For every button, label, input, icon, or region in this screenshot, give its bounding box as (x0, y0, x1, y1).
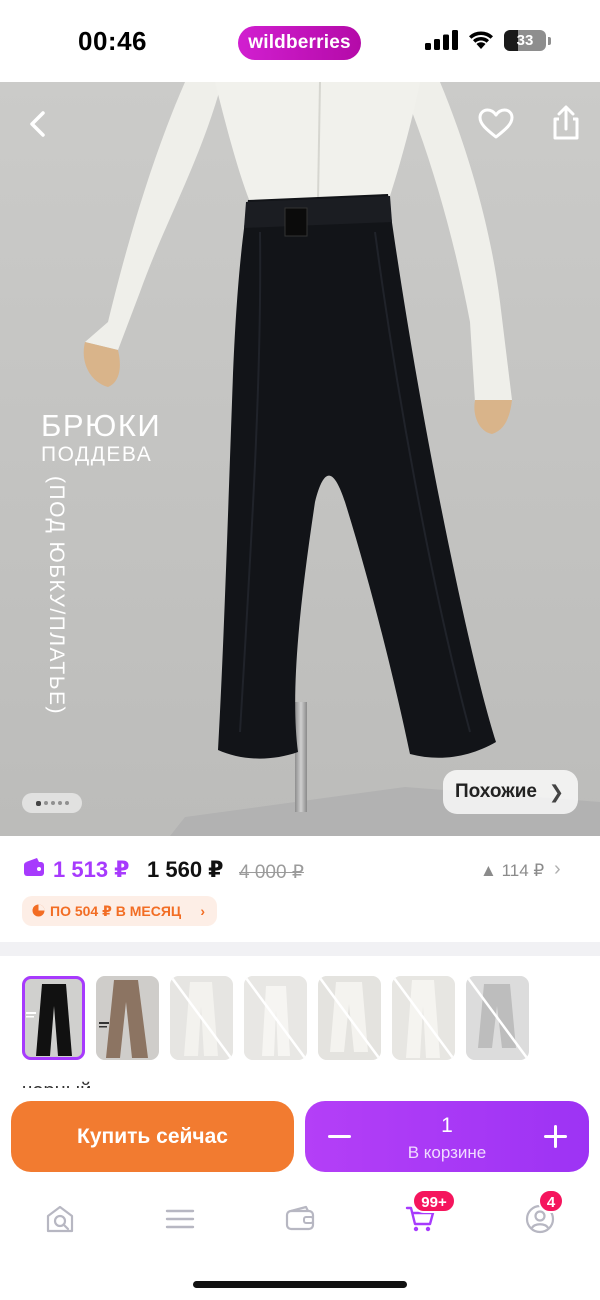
old-price: 4 000 ₽ (239, 862, 304, 883)
tab-catalog[interactable] (150, 1193, 210, 1243)
heart-icon (478, 108, 514, 139)
battery-icon: 33 (504, 30, 546, 51)
tab-profile[interactable]: 4 (510, 1189, 570, 1243)
wallet-icon (24, 858, 44, 876)
tab-wallet[interactable] (270, 1193, 330, 1243)
variant-black-image (22, 976, 85, 1060)
brand-logo: wildberries (238, 26, 361, 60)
variant-unavailable-image (170, 976, 233, 1060)
pager-dot (43, 801, 48, 805)
battery-tip (548, 37, 551, 45)
pager-dot (64, 801, 69, 805)
variant-thumb[interactable] (466, 976, 529, 1060)
share-icon (553, 105, 579, 140)
chevron-left-icon (30, 111, 45, 137)
pager-dot (57, 801, 62, 805)
share-button[interactable] (542, 100, 590, 148)
buy-now-button[interactable]: Купить сейчас (11, 1101, 294, 1172)
price-card: 1 513 ₽ 1 560 ₽ 4 000 ₽ ▲ 114 ₽ › ПО 504… (0, 836, 600, 942)
variant-unavailable-image (244, 976, 307, 1060)
chevron-right-icon[interactable]: › (554, 858, 561, 881)
menu-icon (165, 1209, 195, 1229)
favorite-button[interactable] (472, 100, 520, 148)
wallet-price: 1 513 ₽ (53, 857, 130, 882)
image-caption-title: БРЮКИ (41, 408, 162, 443)
increase-quantity-button[interactable] (525, 1101, 585, 1172)
similar-button-label: Похожие (455, 781, 537, 802)
status-time: 00:46 (78, 26, 147, 56)
variant-thumb[interactable] (318, 976, 381, 1060)
tab-search[interactable] (30, 1193, 90, 1243)
pager-dot (35, 800, 41, 806)
back-button[interactable] (14, 100, 62, 148)
variant-unavailable-image (392, 976, 455, 1060)
installment-text: ПО 504 ₽ В МЕСЯЦ (50, 903, 182, 919)
pie-chart-icon (32, 904, 45, 917)
profile-badge: 4 (538, 1189, 564, 1213)
triangle-up-icon: ▲ (480, 861, 497, 880)
image-caption-vertical-text: (ПОД ЮБКУ/ПЛАТЬЕ) (45, 476, 68, 716)
similar-button[interactable]: Похожие ❯ (443, 770, 578, 814)
status-bar: 00:46 wildberries 33 (0, 0, 600, 82)
battery-level: 33 (516, 32, 534, 49)
variant-thumbnails (22, 976, 529, 1060)
current-price: 1 560 ₽ (147, 857, 224, 882)
image-caption-vertical: (ПОД ЮБКУ/ПЛАТЬЕ) (40, 476, 70, 766)
chevron-right-icon: ❯ (548, 782, 564, 802)
pager-dot (50, 801, 55, 805)
variant-thumb[interactable] (22, 976, 85, 1060)
image-caption-subtitle: ПОДДЕВА (41, 443, 153, 466)
variant-thumb[interactable] (170, 976, 233, 1060)
product-photo[interactable]: БРЮКИ ПОДДЕВА (ПОД ЮБКУ/ПЛАТЬЕ) Похожие … (0, 82, 600, 836)
variant-unavailable-image (318, 976, 381, 1060)
cart-badge: 99+ (412, 1189, 456, 1213)
variant-brown-image (96, 976, 159, 1060)
section-divider (0, 942, 600, 956)
wifi-icon (469, 31, 493, 49)
price-change[interactable]: ▲ 114 ₽ (480, 861, 544, 881)
installment-badge[interactable]: ПО 504 ₽ В МЕСЯЦ › (22, 896, 217, 926)
variant-thumb[interactable] (392, 976, 455, 1060)
variant-unavailable-image (466, 976, 529, 1060)
cart-quantity-stepper[interactable]: 1 В корзине (305, 1101, 589, 1172)
bottom-bar: Купить сейчас 1 В корзине 99+ 4 (0, 1088, 600, 1300)
image-pager (22, 793, 82, 813)
search-icon (46, 1205, 74, 1233)
color-variants: черный (0, 956, 600, 1106)
tab-cart[interactable]: 99+ (390, 1189, 456, 1243)
home-indicator[interactable] (193, 1281, 407, 1288)
variant-thumb[interactable] (96, 976, 159, 1060)
cellular-signal-icon (425, 30, 458, 50)
tab-bar: 99+ 4 (0, 1189, 600, 1253)
wallet-icon (285, 1205, 315, 1231)
price-change-value: 114 ₽ (501, 861, 545, 880)
variant-thumb[interactable] (244, 976, 307, 1060)
chevron-right-icon: › (200, 903, 205, 919)
